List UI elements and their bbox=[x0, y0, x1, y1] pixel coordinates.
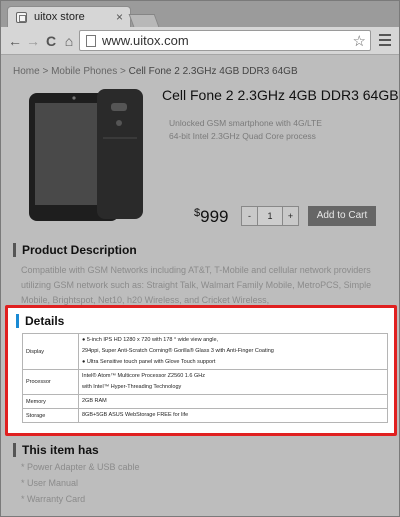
spec-line: with Intel™ Hyper-Threading Technology bbox=[82, 384, 182, 390]
list-item: * Warranty Card bbox=[21, 494, 86, 504]
price-value: 999 bbox=[200, 207, 229, 226]
breadcrumb: Home > Mobile Phones > Cell Fone 2 2.3GH… bbox=[13, 66, 298, 77]
quantity-stepper: - 1 + bbox=[241, 206, 299, 226]
spec-value: Intel® Atom™ Multicore Processor Z2560 1… bbox=[78, 369, 388, 395]
spec-value: 2GB RAM bbox=[78, 394, 388, 409]
product-description-heading: Product Description bbox=[13, 243, 137, 257]
breadcrumb-current: Cell Fone 2 2.3GHz 4GB DDR3 64GB bbox=[128, 66, 298, 77]
spec-value: ● 5-inch IPS HD 1280 x 720 with 178 ° wi… bbox=[78, 333, 388, 370]
details-heading: Details bbox=[16, 314, 64, 328]
list-item: * User Manual bbox=[21, 478, 79, 488]
home-icon[interactable]: ⌂ bbox=[61, 33, 77, 49]
details-panel: Details Display ● 5-inch IPS HD 1280 x 7… bbox=[5, 305, 397, 436]
breadcrumb-home[interactable]: Home bbox=[13, 66, 40, 77]
included-items-list: * Power Adapter & USB cable * User Manua… bbox=[21, 459, 140, 507]
spec-key: Storage bbox=[22, 408, 79, 423]
breadcrumb-separator: > bbox=[39, 66, 52, 77]
product-price: $999 bbox=[194, 207, 229, 227]
subtitle-line: Unlocked GSM smartphone with 4G/LTE bbox=[169, 118, 322, 128]
product-subtitle: Unlocked GSM smartphone with 4G/LTE 64-b… bbox=[169, 117, 322, 143]
spec-line: 294ppi, Super Anti-Scratch Corning® Gori… bbox=[82, 348, 274, 354]
product-title: Cell Fone 2 2.3GHz 4GB DDR3 64GB bbox=[162, 87, 399, 103]
new-tab-button[interactable] bbox=[128, 14, 160, 27]
close-tab-icon[interactable]: × bbox=[116, 10, 123, 24]
spec-line: 8GB+5GB ASUS WebStorage FREE for life bbox=[82, 412, 189, 418]
breadcrumb-category[interactable]: Mobile Phones bbox=[51, 66, 117, 77]
menu-icon[interactable] bbox=[379, 34, 391, 49]
add-to-cart-button[interactable]: Add to Cart bbox=[308, 206, 376, 226]
product-image[interactable] bbox=[27, 87, 145, 227]
tab-strip: uitox store × bbox=[1, 1, 399, 28]
table-row: Processor Intel® Atom™ Multicore Process… bbox=[22, 369, 388, 395]
reload-icon[interactable]: C bbox=[43, 33, 59, 49]
table-row: Display ● 5-inch IPS HD 1280 x 720 with … bbox=[22, 333, 388, 370]
spec-key: Display bbox=[22, 333, 79, 370]
spec-line: 2GB RAM bbox=[82, 398, 107, 404]
spec-line: Intel® Atom™ Multicore Processor Z2560 1… bbox=[82, 373, 205, 379]
forward-icon[interactable]: → bbox=[25, 33, 41, 49]
spec-line: ● Ultra Sensitive touch panel with Glove… bbox=[82, 359, 216, 365]
breadcrumb-separator: > bbox=[117, 66, 129, 77]
table-row: Storage 8GB+5GB ASUS WebStorage FREE for… bbox=[22, 408, 388, 423]
spec-key: Processor bbox=[22, 369, 79, 395]
subtitle-line: 64-bit Intel 2.3GHz Quad Core process bbox=[169, 131, 316, 141]
tab-uitox-store[interactable]: uitox store × bbox=[7, 6, 131, 28]
spec-value: 8GB+5GB ASUS WebStorage FREE for life bbox=[78, 408, 388, 423]
page-icon bbox=[86, 35, 96, 47]
browser-window: uitox store × ← → C ⌂ www.uitox.com ☆ Ho… bbox=[0, 0, 400, 517]
table-row: Memory 2GB RAM bbox=[22, 394, 388, 409]
address-bar[interactable]: www.uitox.com ☆ bbox=[79, 30, 371, 51]
spec-line: ● 5-inch IPS HD 1280 x 720 with 178 ° wi… bbox=[82, 337, 219, 343]
spec-table: Display ● 5-inch IPS HD 1280 x 720 with … bbox=[22, 333, 388, 423]
list-item: * Power Adapter & USB cable bbox=[21, 462, 140, 472]
tab-title: uitox store bbox=[34, 11, 85, 23]
url-text: www.uitox.com bbox=[102, 33, 189, 48]
included-items-heading: This item has bbox=[13, 443, 99, 457]
page-viewport: Home > Mobile Phones > Cell Fone 2 2.3GH… bbox=[1, 56, 399, 516]
back-icon[interactable]: ← bbox=[7, 33, 23, 49]
quantity-input[interactable]: 1 bbox=[258, 206, 282, 226]
spec-key: Memory bbox=[22, 394, 79, 409]
product-description-text: Compatible with GSM Networks including A… bbox=[21, 265, 372, 305]
favicon-icon bbox=[16, 12, 27, 23]
quantity-increase-button[interactable]: + bbox=[282, 206, 299, 226]
toolbar: ← → C ⌂ www.uitox.com ☆ bbox=[1, 27, 399, 55]
quantity-decrease-button[interactable]: - bbox=[241, 206, 258, 226]
bookmark-star-icon[interactable]: ☆ bbox=[353, 32, 366, 50]
